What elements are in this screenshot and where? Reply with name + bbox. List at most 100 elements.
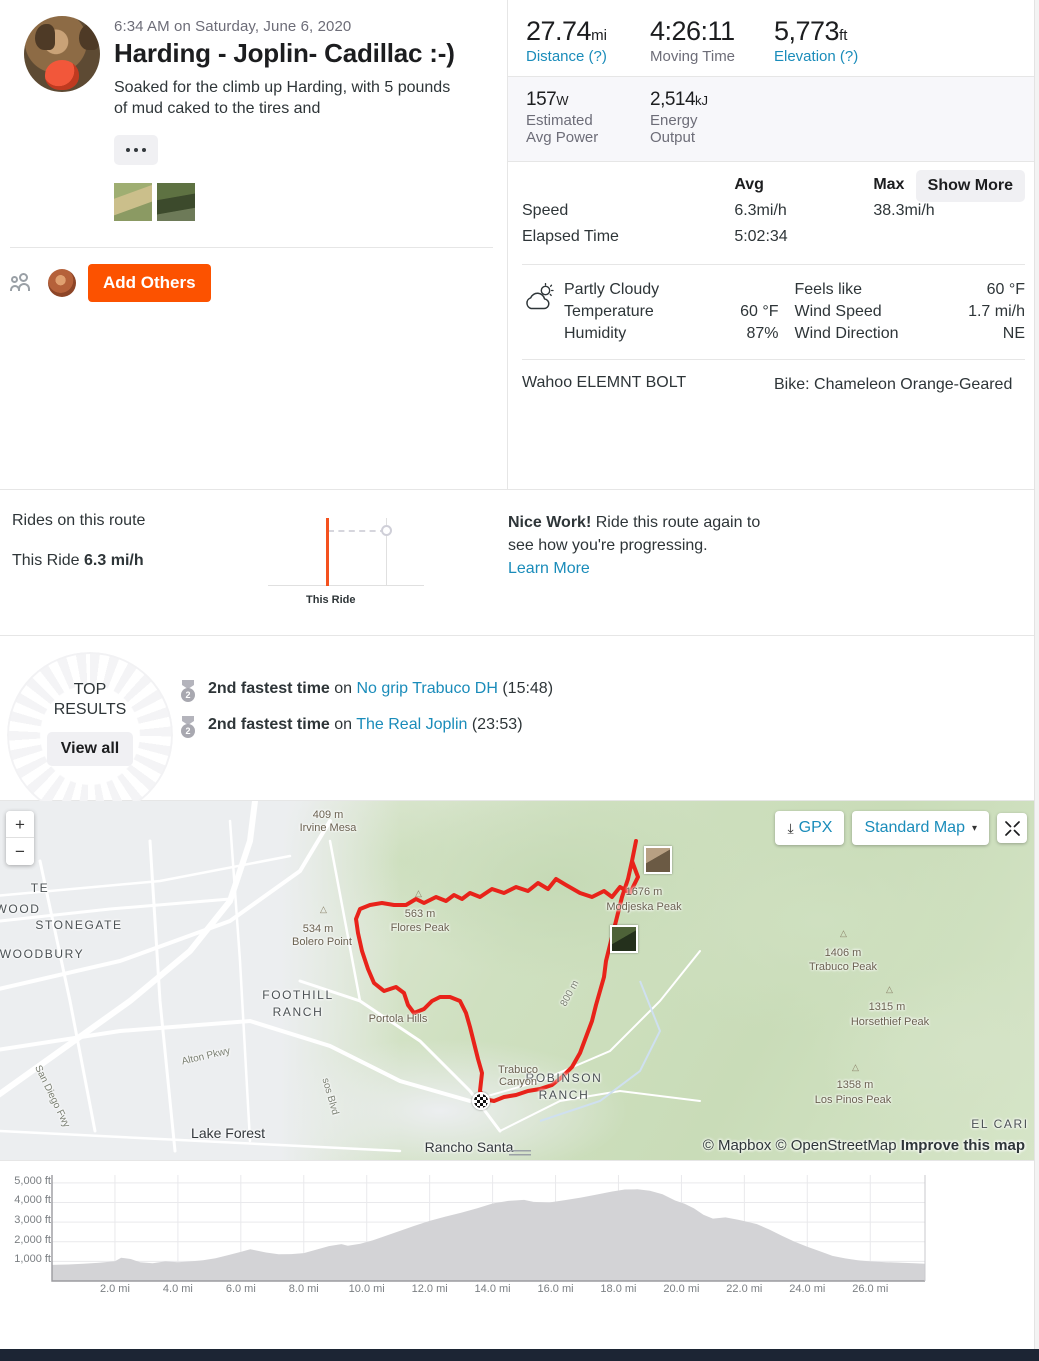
activity-photo-thumbnail[interactable] [157, 183, 195, 222]
route-comparison-chart: This Ride [268, 512, 508, 609]
fullscreen-button[interactable] [997, 813, 1027, 843]
cell-speed-avg: 6.3mi/h [734, 202, 787, 220]
stat-label[interactable]: Distance (?) [526, 48, 614, 66]
table-row: Elapsed Time 5:02:34 [522, 224, 1025, 250]
stat-value: 157W [526, 88, 569, 110]
map-style-selector[interactable]: Standard Map ▾ [852, 811, 989, 845]
route-encouragement: Nice Work! Ride this route again to see … [508, 512, 768, 609]
weather-key: Wind Speed [794, 303, 882, 321]
medal-icon: 2 [180, 680, 196, 704]
improve-map-link[interactable]: Improve this map [901, 1137, 1025, 1154]
map-label: FOOTHILL [262, 988, 334, 1002]
result-rank: 2nd fastest time [208, 716, 330, 733]
y-axis-tick-label: 1,000 ft [14, 1253, 51, 1266]
weather-key: Humidity [564, 325, 627, 343]
elevation-chart-svg [51, 1175, 926, 1282]
top-results-list: 2 2nd fastest time on No grip Trabuco DH… [180, 658, 553, 770]
row-label-speed: Speed [522, 202, 569, 220]
zoom-out-button[interactable]: − [6, 838, 34, 865]
weather-condition: Partly Cloudy [564, 281, 660, 299]
peak-marker-icon: △ [415, 888, 422, 898]
weather-section: Partly Cloudy Temperature 60 °F Humidity… [522, 264, 1025, 345]
avatar[interactable] [24, 16, 100, 92]
top-results-badge: TOP RESULTS View all [0, 652, 180, 818]
learn-more-link[interactable]: Learn More [508, 558, 768, 581]
map-label: 409 m [312, 809, 344, 821]
result-time: (23:53) [467, 716, 523, 733]
map-label: 1315 m [868, 1001, 906, 1013]
kudos-row: Add Others [0, 248, 507, 303]
map-style-label: Standard Map [864, 819, 965, 836]
stat-moving-time: 4:26:11 Moving Time [650, 16, 774, 66]
map-photo-pin[interactable] [610, 925, 638, 953]
weather-columns: Partly Cloudy Temperature 60 °F Humidity… [564, 279, 1025, 345]
chart-this-ride-bar [326, 518, 329, 586]
stat-label[interactable]: Elevation (?) [774, 48, 862, 66]
map-label: 1676 m [625, 886, 663, 898]
weather-key: Wind Direction [794, 325, 899, 343]
dot-icon [134, 148, 138, 153]
result-rank: 2nd fastest time [208, 680, 330, 697]
elevation-profile-chart[interactable]: 5,000 ft 4,000 ft 3,000 ft 2,000 ft 1,000 ft… [0, 1161, 1039, 1317]
route-comparison-section: Rides on this route This Ride 6.3 mi/h T… [0, 490, 1039, 636]
peak-marker-icon: △ [852, 1062, 859, 1072]
elevation-area [52, 1189, 925, 1281]
page-scrollbar-track[interactable] [1034, 0, 1039, 1349]
map-label: Lake Forest [191, 1125, 265, 1141]
x-axis-tick-label: 18.0 mi [600, 1283, 637, 1295]
map-label: Horsethief Peak [850, 1016, 930, 1028]
finish-flag-icon [472, 1092, 490, 1110]
stat-unit: mi [591, 27, 607, 44]
list-item: 2 2nd fastest time on No grip Trabuco DH… [180, 680, 553, 704]
map-label: Rancho Santa [424, 1139, 514, 1155]
map-photo-pin[interactable] [644, 846, 672, 874]
x-axis-tick-label: 12.0 mi [411, 1283, 448, 1295]
map-label: Portola Hills [368, 1013, 428, 1025]
stat-distance: 27.74mi Distance (?) [526, 16, 650, 66]
map-attribution: © Mapbox © OpenStreetMap Improve this ma… [703, 1137, 1025, 1154]
result-time: (15:48) [497, 680, 554, 697]
gpx-label: GPX [798, 819, 833, 836]
map-label: STONEGATE [35, 918, 123, 932]
map-resize-handle[interactable] [508, 1150, 531, 1158]
weather-value: NE [1002, 325, 1025, 343]
download-gpx-button[interactable]: ⤓ GPX [775, 811, 845, 845]
stat-label: Estimated Avg Power [526, 111, 599, 147]
partly-cloudy-icon [522, 279, 564, 345]
attribution-text: © Mapbox © OpenStreetMap [702, 1137, 901, 1154]
chevron-down-icon: ▾ [971, 822, 977, 834]
x-axis-tick-label: 2.0 mi [99, 1283, 130, 1295]
x-axis-tick-label: 6.0 mi [225, 1283, 256, 1295]
map-label: Canyon [499, 1076, 537, 1088]
download-icon: ⤓ [787, 819, 794, 836]
stat-unit: kJ [695, 92, 709, 108]
chart-axis [268, 585, 424, 586]
top-results-title-line1: TOP [73, 681, 107, 698]
peak-marker-icon: △ [886, 984, 893, 994]
medal-rank: 2 [181, 688, 195, 702]
show-more-button[interactable]: Show More [915, 170, 1025, 203]
peak-marker-icon: △ [840, 928, 847, 938]
x-axis-tick-label: 4.0 mi [162, 1283, 193, 1295]
add-others-button[interactable]: Add Others [88, 264, 211, 303]
show-more-description-button[interactable] [114, 135, 158, 166]
secondary-stats: 157W Estimated Avg Power 2,514kJ Energy … [508, 75, 1039, 163]
stats-table-wrapper: Show More Avg Max Speed 6.3mi/h 38.3mi/h… [508, 162, 1039, 250]
stat-value: 4:26:11 [650, 16, 735, 46]
map-roads-and-route [0, 801, 701, 1153]
weather-value: 87% [746, 325, 779, 343]
zoom-in-button[interactable]: + [6, 811, 34, 838]
activity-description: Soaked for the climb up Harding, with 5 … [114, 79, 451, 118]
map-zoom-controls[interactable]: + − [6, 811, 34, 865]
activity-photo-thumbnail[interactable] [114, 183, 152, 222]
map-label: Modjeska Peak [606, 901, 682, 913]
list-item: 2 2nd fastest time on The Real Joplin (2… [180, 716, 553, 740]
weather-humidity-row: Humidity 87% [564, 323, 795, 345]
top-results-title: TOP RESULTS [54, 680, 127, 720]
segment-link[interactable]: The Real Joplin [356, 716, 467, 733]
page-title[interactable]: Harding - Joplin- Cadillac :-) [114, 38, 464, 69]
view-all-button[interactable]: View all [46, 732, 134, 766]
route-map[interactable]: △ △ △ △ △ 409 m Irvine Mesa 534 m Bolero Po… [0, 801, 1039, 1161]
segment-link[interactable]: No grip Trabuco DH [357, 680, 498, 697]
participant-avatar[interactable] [48, 269, 76, 298]
